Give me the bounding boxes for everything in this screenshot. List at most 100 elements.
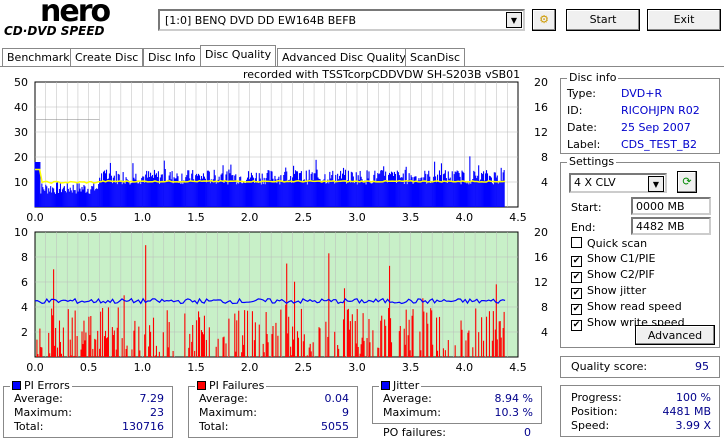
x-tick-label: 4.5 [509, 361, 527, 374]
checkbox-show-jitter[interactable]: ✔ Show jitter [571, 283, 685, 299]
disc-info-values: DVD+R RICOHJPN R02 25 Sep 2007 CDS_TEST_B2 [621, 85, 700, 153]
x-tick-label: 4.0 [456, 211, 474, 224]
disc-id: RICOHJPN R02 [621, 104, 700, 117]
y-left-tick-label: 6 [21, 276, 28, 289]
pif-total-label: Total: [199, 420, 229, 433]
y-left-tick-label: 8 [21, 251, 28, 264]
disc-info-labels: Type: ID: Date: Label: [567, 85, 600, 153]
tab-benchmark[interactable]: Benchmark [2, 48, 75, 66]
y-left-tick-label: 40 [14, 101, 28, 114]
x-tick-label: 3.5 [402, 211, 420, 224]
blue-legend-icon [12, 381, 21, 390]
x-tick-label: 4.0 [456, 361, 474, 374]
pie-max: 23 [150, 406, 164, 419]
jitter-title-text: Jitter [393, 379, 420, 392]
cd-dvd-speed-logo: CD·DVD SPEED [4, 24, 105, 38]
checkbox-icon[interactable] [571, 237, 582, 248]
settings-group: Settings 4 X CLV ▼ ⟳ Start: 0000 MB End: … [560, 155, 720, 348]
x-tick-label: 1.0 [134, 361, 152, 374]
y-left-tick-label: 10 [14, 226, 28, 239]
charts: 0.0 0.5 1.0 1.5 2.0 2.5 3.0 3.5 4.0 4.5 50 40 30 20 10… [14, 76, 548, 374]
checkbox-label: Show C1/PIE [587, 252, 656, 265]
y-right-tick-label: 4 [541, 176, 548, 189]
tab-advanced-disc-quality[interactable]: Advanced Disc Quality [277, 48, 411, 66]
speed-value: 3.99 X [675, 419, 711, 432]
tab-create-disc[interactable]: Create Disc [70, 48, 144, 66]
settings-title: Settings [567, 155, 617, 168]
quality-score-group: Quality score: 95 [560, 356, 720, 378]
y-right-tick-label: 4 [541, 326, 548, 339]
y-right-tick-label: 16 [534, 101, 548, 114]
x-tick-label: 2.0 [241, 211, 259, 224]
refresh-drive-icon[interactable]: ⚙ [532, 9, 556, 31]
y-right-tick-label: 20 [534, 76, 548, 89]
checkbox-label: Show read speed [587, 300, 682, 313]
label-label: Label: [567, 138, 601, 151]
chevron-down-icon[interactable]: ▼ [648, 176, 664, 192]
disc-date: 25 Sep 2007 [621, 121, 691, 134]
jitter-group: Jitter Average: 8.94 % Maximum: 10.3 % [372, 379, 542, 424]
y-right-tick-label: 8 [541, 301, 548, 314]
pif-total: 5055 [321, 420, 349, 433]
pif-avg-label: Average: [199, 392, 248, 405]
speed-select[interactable]: 4 X CLV ▼ [569, 173, 667, 193]
po-failures-value: 0 [524, 426, 531, 439]
y-left-tick-label: 50 [14, 76, 28, 89]
x-tick-label: 1.5 [187, 361, 205, 374]
checkbox-icon[interactable]: ✔ [571, 256, 582, 267]
x-tick-label: 0.5 [80, 211, 98, 224]
end-label: End: [571, 221, 596, 234]
refresh-speed-icon[interactable]: ⟳ [677, 171, 697, 193]
advanced-button[interactable]: Advanced [635, 325, 715, 345]
y-right-tick-label: 8 [541, 151, 548, 164]
progress-group: Progress: 100 % Position: 4481 MB Speed: 3.… [560, 385, 720, 437]
checkbox-icon[interactable]: ✔ [571, 288, 582, 299]
end-input[interactable]: 4482 MB [631, 217, 711, 235]
tab-disc-info[interactable]: Disc Info [143, 48, 201, 66]
start-button[interactable]: Start [566, 9, 640, 31]
jitter-avg: 8.94 % [494, 392, 533, 405]
checkbox-icon[interactable]: ✔ [571, 320, 582, 331]
x-tick-label: 3.0 [348, 361, 366, 374]
x-tick-label: 4.5 [509, 211, 527, 224]
progress-label: Progress: [571, 391, 622, 404]
pie-max-label: Maximum: [14, 406, 72, 419]
date-label: Date: [567, 121, 597, 134]
disc-label: CDS_TEST_B2 [621, 138, 698, 151]
type-label: Type: [567, 87, 596, 100]
y-right-tick-label: 12 [534, 126, 548, 139]
pi-errors-title-text: PI Errors [24, 379, 70, 392]
x-tick-label: 0.0 [26, 211, 44, 224]
pi-failures-group: PI Failures Average: 0.04 Maximum: 9 Total… [188, 379, 358, 438]
y-left-tick-label: 10 [14, 176, 28, 189]
y-left-tick-label: 30 [14, 126, 28, 139]
start-input[interactable]: 0000 MB [631, 197, 711, 215]
chevron-down-icon[interactable]: ▼ [506, 12, 522, 28]
start-label: Start: [571, 201, 602, 214]
jitter-max: 10.3 % [494, 406, 533, 419]
pi-failures-title-text: PI Failures [209, 379, 265, 392]
y-right-tick-label: 16 [534, 251, 548, 264]
speed-value: 4 X CLV [574, 176, 616, 189]
checkbox-icon[interactable]: ✔ [571, 272, 582, 283]
checkbox-show-c1[interactable]: ✔ Show C1/PIE [571, 251, 685, 267]
pi-failures-title: PI Failures [195, 379, 267, 392]
tab-disc-quality[interactable]: Disc Quality [200, 45, 277, 67]
quality-score-label: Quality score: [571, 360, 648, 373]
drive-select-value: [1:0] BENQ DVD DD EW164B BEFB [165, 14, 357, 27]
tab-scandisc[interactable]: ScanDisc [405, 48, 466, 66]
checkbox-label: Show jitter [587, 284, 647, 297]
checkbox-label: Show C2/PIF [587, 268, 655, 281]
y-left-tick-label: 2 [21, 326, 28, 339]
drive-select[interactable]: [1:0] BENQ DVD DD EW164B BEFB ▼ [158, 9, 525, 31]
disc-type: DVD+R [621, 87, 663, 100]
id-label: ID: [567, 104, 583, 117]
position-label: Position: [571, 405, 618, 418]
checkbox-show-read[interactable]: ✔ Show read speed [571, 299, 685, 315]
checkbox-icon[interactable]: ✔ [571, 304, 582, 315]
exit-button[interactable]: Exit [647, 9, 721, 31]
pif-max: 9 [342, 406, 349, 419]
checkbox-show-c2[interactable]: ✔ Show C2/PIF [571, 267, 685, 283]
checkbox-quick-scan[interactable]: Quick scan [571, 236, 685, 251]
pif-avg: 0.04 [324, 392, 350, 405]
